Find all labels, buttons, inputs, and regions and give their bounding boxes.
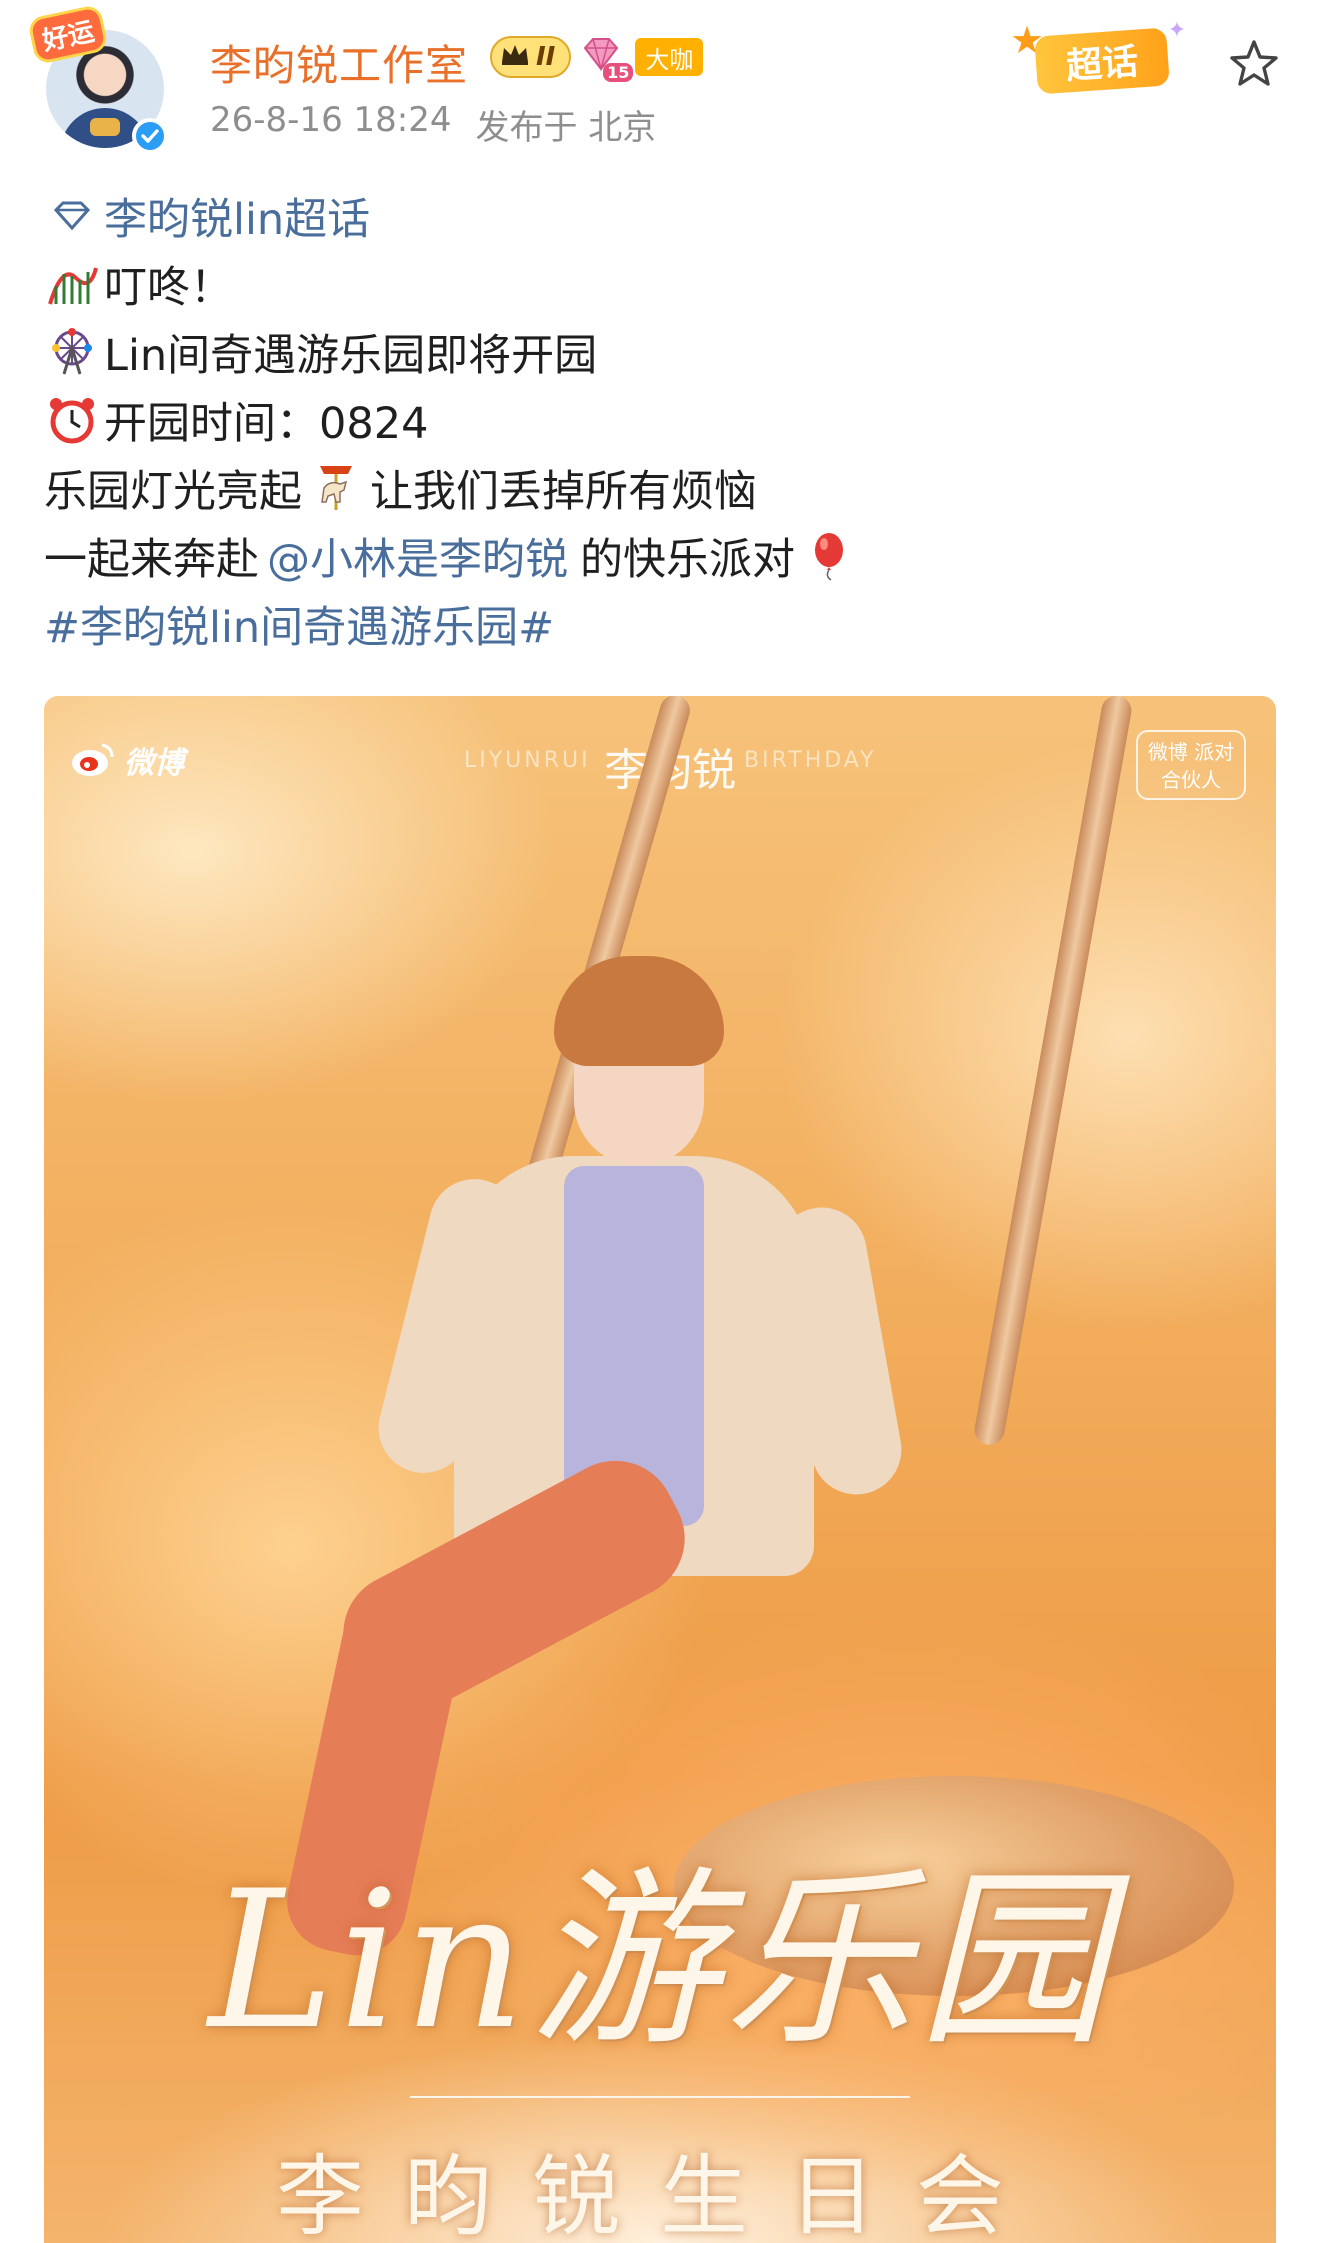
weibo-logo-text: 微博 — [124, 746, 184, 781]
hashtag-link[interactable]: #李昀锐lin间奇遇游乐园# — [44, 590, 1284, 658]
text-line-3: 开园时间：0824 — [44, 386, 1284, 454]
roller-coaster-icon — [44, 256, 100, 312]
ferris-wheel-icon — [44, 324, 100, 380]
post-location: 发布于 北京 — [475, 108, 657, 148]
text-line-5-part-a: 一起来奔赴 — [44, 535, 259, 585]
text-line-4: 乐园灯光亮起 让我们丢掉所有烦恼 — [44, 454, 1284, 522]
balloon-icon — [801, 528, 857, 584]
text-line-5: 一起来奔赴 @小林是李昀锐 的快乐派对 — [44, 522, 1284, 590]
supertopic-button[interactable]: ★ 超话 ✦ — [1010, 18, 1186, 98]
supertopic-label: 超话 — [1034, 27, 1170, 95]
poster-subtitle: 李昀锐生日会 — [275, 2145, 1044, 2243]
weibo-logo: 微博 — [70, 738, 184, 782]
crown-level: II — [536, 42, 556, 72]
weibo-post: 好运 李昀锐工作室 II 15 大咖 26-8-16 18:24 发布于 北京 — [0, 0, 1320, 2243]
supertopic-link-text: 李昀锐lin超话 — [104, 195, 371, 245]
text-line-2-content: Lin间奇遇游乐园即将开园 — [104, 331, 598, 381]
sparkle-icon: ✦ — [1167, 18, 1186, 43]
poster-name-en-left: LIYUNRUI — [464, 748, 591, 773]
gem-level: 15 — [603, 63, 634, 82]
post-header: 好运 李昀锐工作室 II 15 大咖 26-8-16 18:24 发布于 北京 — [0, 0, 1320, 170]
crown-icon — [500, 42, 530, 73]
post-meta: 26-8-16 18:24 发布于 北京 — [210, 100, 656, 149]
text-line-2: Lin间奇遇游乐园即将开园 — [44, 318, 1284, 386]
poster-name-en-right: BIRTHDAY — [744, 748, 877, 773]
crown-level-badge[interactable]: II — [490, 36, 572, 78]
post-image[interactable]: 微博 LIYUNRUI 李昀锐 BIRTHDAY 微博 派对合伙人 Lin游乐园… — [44, 696, 1276, 2243]
gem-level-badge[interactable]: 15 — [581, 36, 634, 82]
carousel-horse-icon — [308, 460, 364, 516]
user-badges: II 15 大咖 — [490, 36, 704, 82]
username[interactable]: 李昀锐工作室 — [210, 32, 468, 93]
mention-link[interactable]: @小林是李昀锐 — [267, 525, 568, 587]
swing-rope-right — [972, 696, 1134, 1448]
post-date: 26-8-16 18:24 — [210, 100, 452, 140]
favorite-star-icon[interactable] — [1226, 36, 1282, 92]
alarm-clock-icon — [44, 392, 100, 448]
poster-ornament — [410, 2096, 910, 2098]
vip-badge[interactable]: 大咖 — [635, 38, 704, 76]
supertopic-link[interactable]: 李昀锐lin超话 — [44, 182, 1284, 250]
avatar[interactable]: 好运 — [30, 7, 170, 154]
text-line-4-part-a: 乐园灯光亮起 — [44, 467, 302, 517]
text-line-1-content: 叮咚！ — [104, 263, 233, 313]
text-line-5-part-b: 的快乐派对 — [580, 535, 795, 585]
poster-title: Lin游乐园 — [208, 1850, 1112, 2071]
text-line-3-content: 开园时间：0824 — [104, 399, 429, 449]
text-line-1: 叮咚！ — [44, 250, 1284, 318]
text-line-4-part-b: 让我们丢掉所有烦恼 — [370, 467, 757, 517]
weibo-eye-icon — [72, 743, 114, 776]
verified-icon — [132, 118, 168, 154]
post-body: 李昀锐lin超话 叮咚！ Lin间奇遇游乐园即将开园 开园时间：0824 乐园灯… — [44, 182, 1284, 658]
partner-logo: 微博 派对合伙人 — [1136, 730, 1246, 800]
diamond-icon — [44, 188, 100, 244]
